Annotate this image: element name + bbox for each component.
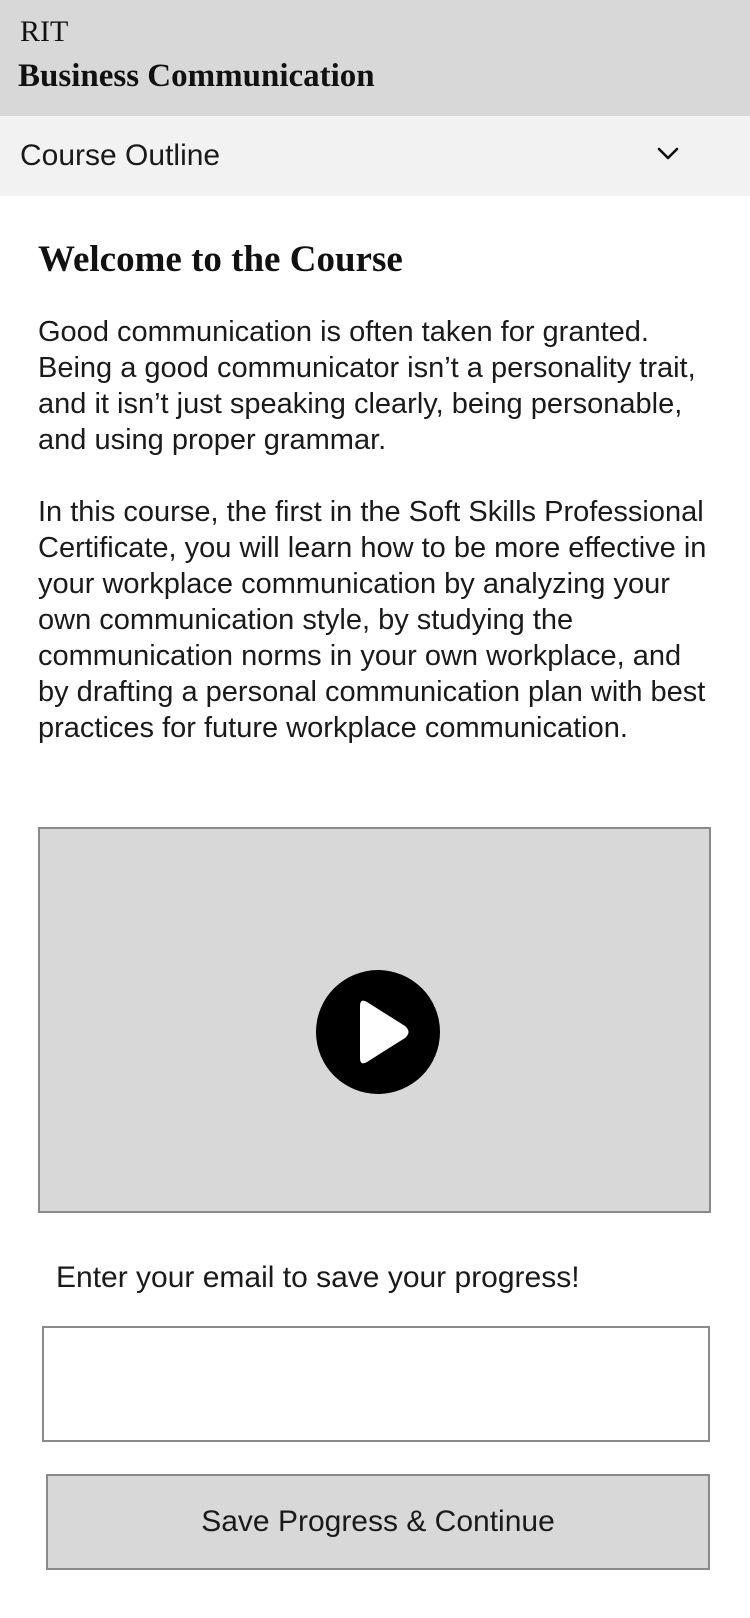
course-outline-label: Course Outline — [20, 139, 221, 172]
org-name: RIT — [20, 15, 69, 48]
email-input[interactable] — [42, 1326, 710, 1442]
page-title: Welcome to the Course — [38, 239, 403, 280]
chevron-down-icon[interactable] — [655, 140, 681, 166]
email-prompt: Enter your email to save your progress! — [56, 1261, 580, 1294]
course-header: RIT Business Communication — [0, 0, 750, 116]
play-icon[interactable] — [316, 970, 440, 1094]
video-player[interactable] — [38, 827, 711, 1213]
save-progress-button[interactable]: Save Progress & Continue — [46, 1474, 710, 1570]
course-description-paragraph: In this course, the first in the Soft Sk… — [38, 496, 707, 744]
course-title: Business Communication — [18, 58, 375, 94]
intro-paragraph: Good communication is often taken for gr… — [38, 316, 696, 456]
course-outline-dropdown[interactable]: Course Outline — [0, 116, 750, 196]
